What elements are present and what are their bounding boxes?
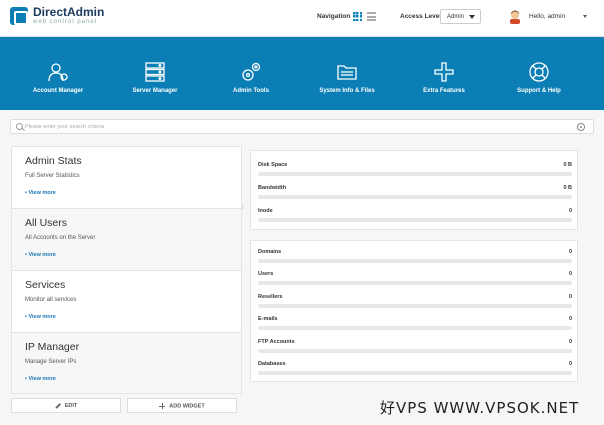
folder-icon xyxy=(337,65,357,80)
progress-bar xyxy=(258,218,572,222)
nav-admin-tools[interactable]: Admin Tools xyxy=(201,37,301,110)
progress-bar xyxy=(258,172,572,176)
progress-bar xyxy=(258,349,572,353)
stat-inode: Inode 0 xyxy=(258,208,572,228)
stat-bandwidth: Bandwidth 0 B xyxy=(258,185,572,205)
widget-subtitle: Manage Server IPs xyxy=(25,359,77,365)
view-more-link[interactable]: • View more xyxy=(25,190,56,196)
progress-bar xyxy=(258,259,572,263)
logo-title: DirectAdmin xyxy=(33,5,105,19)
gear-icon[interactable] xyxy=(577,123,585,131)
stat-domains: Domains 0 xyxy=(258,249,572,269)
pencil-icon xyxy=(55,402,61,409)
progress-bar xyxy=(258,326,572,330)
widget-subtitle: Full Server Statistics xyxy=(25,173,80,179)
progress-bar xyxy=(258,281,572,285)
stat-databases: Databases 0 xyxy=(258,361,572,381)
access-level-select[interactable]: Admin xyxy=(440,9,481,24)
search-icon xyxy=(16,123,23,130)
progress-bar xyxy=(258,304,572,308)
view-more-link[interactable]: • View more xyxy=(25,314,56,320)
counts-panel: Domains 0 Users 0 Resellers 0 E-mails 0 … xyxy=(250,240,578,382)
add-widget-button[interactable]: ADD WIDGET xyxy=(127,398,237,413)
access-level-value: Admin xyxy=(447,14,465,20)
list-view-icon[interactable] xyxy=(367,12,376,21)
widget-subtitle: Monitor all services xyxy=(25,297,77,303)
nav-system-info-files[interactable]: System Info & Files xyxy=(297,37,397,110)
dashboard: Admin Stats Full Server Statistics • Vie… xyxy=(0,110,604,425)
widget-title: All Users xyxy=(25,217,68,229)
view-more-link[interactable]: • View more xyxy=(25,376,56,382)
collapse-handle[interactable]: ⁝ xyxy=(242,204,244,211)
widget-services[interactable]: Services Monitor all services • View mor… xyxy=(11,270,242,332)
stat-resellers: Resellers 0 xyxy=(258,294,572,314)
widget-title: Admin Stats xyxy=(25,155,82,167)
nav-extra-features[interactable]: Extra Features xyxy=(394,37,494,110)
stat-ftp-accounts: FTP Accounts 0 xyxy=(258,339,572,359)
widget-title: IP Manager xyxy=(25,341,80,353)
nav-account-manager[interactable]: Account Manager xyxy=(8,37,108,110)
view-more-link[interactable]: • View more xyxy=(25,252,56,258)
grid-view-icon[interactable] xyxy=(353,12,362,21)
edit-button[interactable]: EDIT xyxy=(11,398,121,413)
user-greeting[interactable]: Hello, admin xyxy=(529,13,565,20)
navigation-label: Navigation xyxy=(317,13,351,20)
main-navigation: Account Manager Server Manager Admin Too… xyxy=(0,37,604,110)
stat-users: Users 0 xyxy=(258,271,572,291)
top-bar: DirectAdmin web control panel Navigation… xyxy=(0,0,604,37)
username: admin xyxy=(547,13,566,20)
plus-icon xyxy=(434,62,454,82)
progress-bar xyxy=(258,195,572,199)
watermark: 好VPS WWW.VPSOK.NET xyxy=(380,399,580,417)
logo[interactable]: DirectAdmin web control panel xyxy=(10,6,104,25)
stat-emails: E-mails 0 xyxy=(258,316,572,336)
widget-admin-stats[interactable]: Admin Stats Full Server Statistics • Vie… xyxy=(11,146,242,208)
server-icon xyxy=(145,62,165,82)
widget-all-users[interactable]: All Users All Accounts on the Server • V… xyxy=(11,208,242,270)
chevron-down-icon xyxy=(469,15,475,19)
logo-icon xyxy=(10,6,28,25)
nav-server-manager[interactable]: Server Manager xyxy=(105,37,205,110)
nav-support-help[interactable]: Support & Help xyxy=(489,37,589,110)
progress-bar xyxy=(258,371,572,375)
search-input[interactable] xyxy=(25,121,565,132)
logo-subtitle: web control panel xyxy=(33,19,98,25)
widget-title: Services xyxy=(25,279,66,291)
stat-disk-space: Disk Space 0 B xyxy=(258,162,572,182)
widget-ip-manager[interactable]: IP Manager Manage Server IPs • View more xyxy=(11,332,242,394)
access-level-label: Access Level xyxy=(400,13,442,20)
widget-subtitle: All Accounts on the Server xyxy=(25,235,96,241)
user-menu-chevron-icon[interactable] xyxy=(583,15,587,18)
avatar[interactable] xyxy=(508,9,522,24)
tools-icon xyxy=(242,62,261,81)
users-icon xyxy=(48,63,68,82)
lifebuoy-icon xyxy=(529,62,549,82)
plus-icon xyxy=(159,403,166,409)
search-bar xyxy=(10,119,594,134)
widget-list: Admin Stats Full Server Statistics • Vie… xyxy=(11,146,242,394)
usage-panel: Disk Space 0 B Bandwidth 0 B Inode 0 xyxy=(250,150,578,230)
